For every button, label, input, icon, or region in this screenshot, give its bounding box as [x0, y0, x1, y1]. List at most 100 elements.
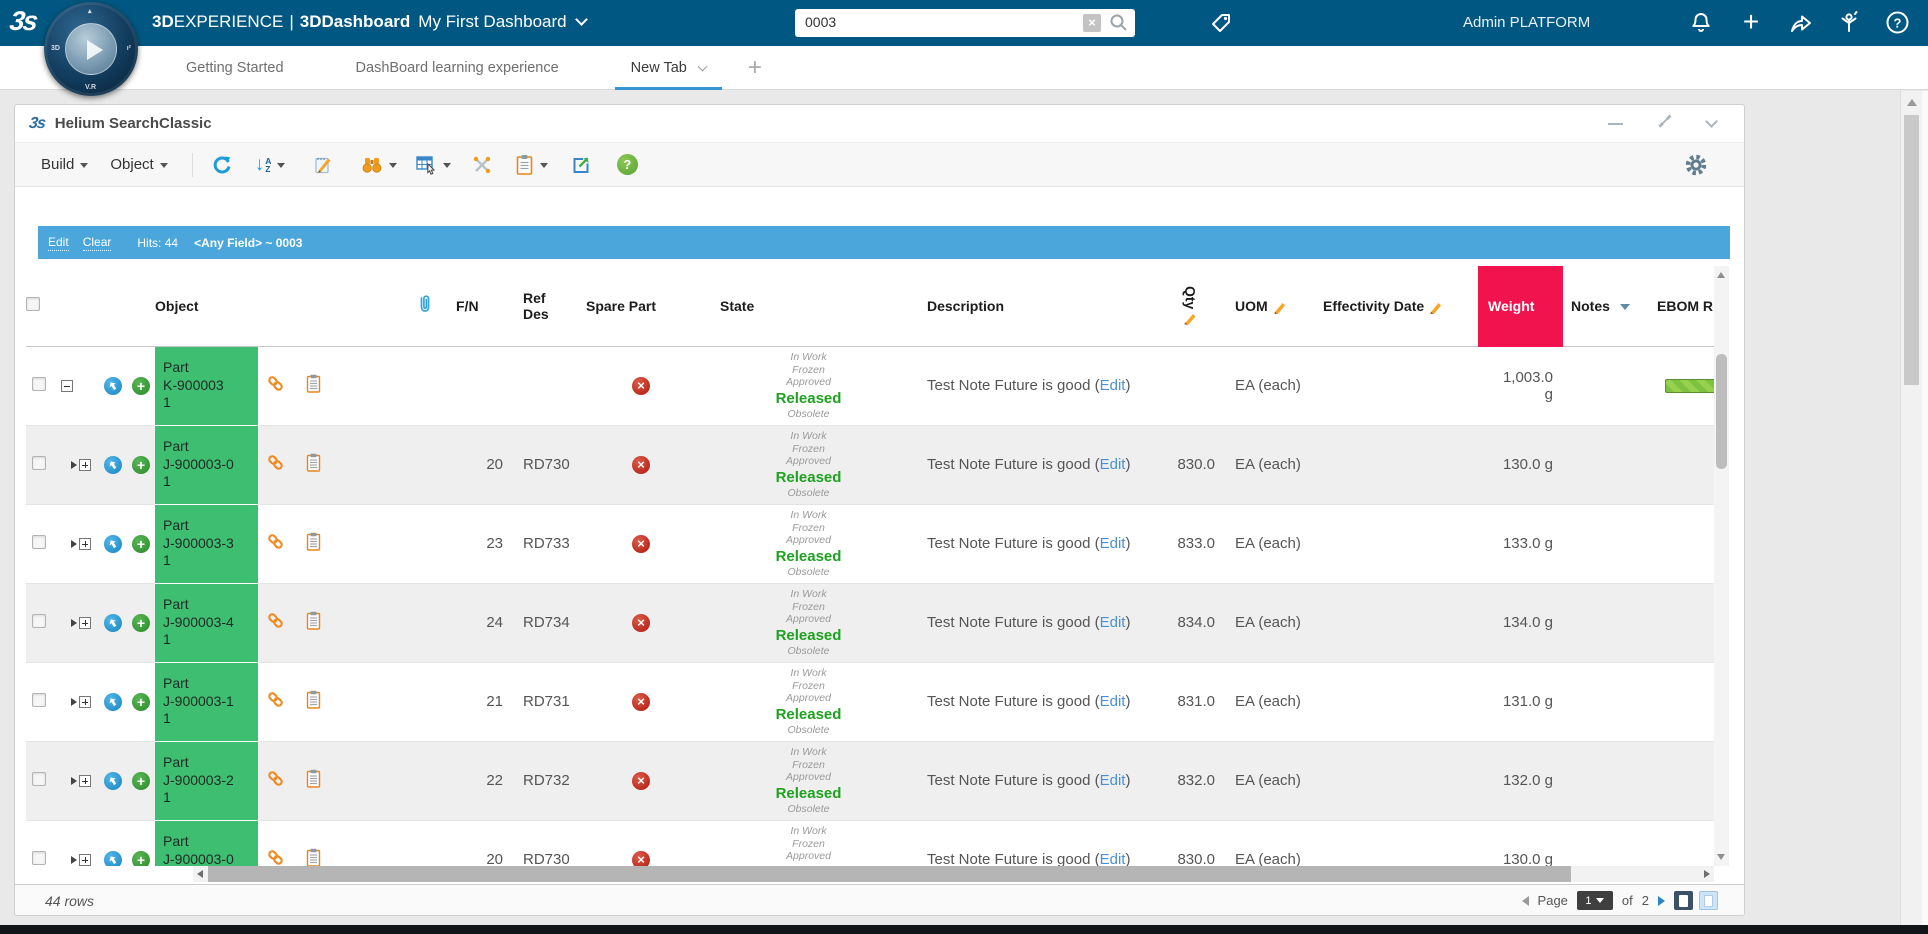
filter-edit-link[interactable]: Edit — [48, 235, 69, 251]
edit-notes-button[interactable] — [311, 152, 337, 178]
h-scrollbar-thumb[interactable] — [208, 866, 1571, 882]
clipboard-icon[interactable] — [306, 538, 321, 555]
clipboard-icon[interactable] — [306, 775, 321, 792]
link-icon[interactable] — [266, 617, 285, 634]
object-name-cell[interactable]: Part J-900003-2 1 — [155, 741, 258, 820]
scroll-right-arrow-icon[interactable] — [1704, 870, 1710, 878]
row-checkbox[interactable] — [32, 456, 46, 470]
add-content-icon[interactable]: + — [1738, 10, 1764, 36]
navigate-icon[interactable] — [104, 535, 122, 553]
column-spare-part[interactable]: Spare Part — [586, 266, 696, 346]
page-select[interactable]: 1 — [1577, 891, 1613, 910]
edit-link[interactable]: Edit — [1100, 772, 1126, 789]
scroll-up-arrow-icon[interactable] — [1907, 99, 1917, 106]
column-uom[interactable]: UOM — [1219, 266, 1321, 346]
expand-plus-icon[interactable] — [71, 459, 91, 471]
share-icon[interactable] — [1788, 10, 1814, 36]
row-checkbox[interactable] — [32, 614, 46, 628]
clipboard-icon[interactable] — [306, 617, 321, 634]
edit-link[interactable]: Edit — [1100, 535, 1126, 552]
tab-new-tab[interactable]: New Tab — [615, 46, 722, 90]
search-input[interactable]: 0003 — [805, 14, 836, 30]
link-icon[interactable] — [266, 854, 285, 866]
object-name-cell[interactable]: Part J-900003-0 1 — [155, 820, 258, 866]
table-edit-button[interactable] — [415, 155, 451, 175]
column-fn[interactable]: F/N — [456, 266, 511, 346]
edit-link[interactable]: Edit — [1100, 456, 1126, 473]
add-tab-icon[interactable]: + — [748, 54, 762, 82]
next-page-icon[interactable] — [1658, 896, 1665, 906]
notifications-bell-icon[interactable] — [1688, 10, 1714, 36]
column-notes[interactable]: Notes — [1563, 266, 1653, 346]
add-child-icon[interactable]: + — [132, 535, 150, 553]
collapse-minus-icon[interactable] — [61, 380, 73, 392]
page-scrollbar[interactable] — [1900, 91, 1922, 925]
column-attachments[interactable] — [341, 266, 456, 346]
object-name-cell[interactable]: Part K-900003 1 — [155, 346, 258, 425]
edit-link[interactable]: Edit — [1100, 614, 1126, 631]
user-menu[interactable]: Admin PLATFORM — [1463, 14, 1590, 31]
sort-button[interactable]: ↓ AZ — [255, 156, 286, 174]
table-scrollbar-thumb[interactable] — [1716, 354, 1727, 469]
3dexperience-compass[interactable]: ▴ 3D ı² V.R — [44, 2, 138, 96]
notes-caret-down-icon[interactable] — [1620, 304, 1630, 310]
clipboard-icon[interactable] — [306, 380, 321, 397]
clipboard-icon[interactable] — [306, 459, 321, 476]
part-name[interactable]: K-900003 — [163, 377, 258, 395]
add-child-icon[interactable]: + — [132, 772, 150, 790]
toolbar-help-button[interactable]: ? — [614, 152, 640, 178]
clipboard-button[interactable] — [515, 154, 548, 175]
tab-getting-started[interactable]: Getting Started — [170, 46, 300, 90]
scroll-down-arrow-icon[interactable] — [1717, 854, 1725, 860]
row-checkbox[interactable] — [32, 535, 46, 549]
navigate-icon[interactable] — [104, 456, 122, 474]
part-name[interactable]: J-900003-2 — [163, 772, 258, 790]
expand-plus-icon[interactable] — [71, 696, 91, 708]
column-ebom[interactable]: EBOM R — [1653, 266, 1714, 346]
minimize-icon[interactable] — [1608, 123, 1623, 125]
find-button[interactable] — [361, 155, 397, 175]
collapse-chevron-icon[interactable] — [1705, 115, 1718, 128]
edit-link[interactable]: Edit — [1100, 377, 1126, 394]
add-child-icon[interactable]: + — [132, 377, 150, 395]
link-icon[interactable] — [266, 459, 285, 476]
part-name[interactable]: J-900003-4 — [163, 614, 258, 632]
row-checkbox[interactable] — [32, 693, 46, 707]
edit-link[interactable]: Edit — [1100, 851, 1126, 866]
link-icon[interactable] — [266, 538, 285, 555]
row-checkbox[interactable] — [32, 772, 46, 786]
help-icon[interactable]: ? — [1884, 10, 1910, 36]
row-checkbox[interactable] — [32, 377, 46, 391]
select-all-checkbox[interactable] — [26, 297, 40, 311]
add-child-icon[interactable]: + — [132, 614, 150, 632]
export-button[interactable] — [568, 152, 594, 178]
navigate-icon[interactable] — [104, 614, 122, 632]
disconnect-button[interactable] — [469, 152, 495, 178]
clipboard-icon[interactable] — [306, 854, 321, 866]
settings-gear-icon[interactable] — [1684, 153, 1708, 182]
add-child-icon[interactable]: + — [132, 851, 150, 867]
column-weight[interactable]: Weight — [1478, 266, 1563, 346]
refresh-button[interactable] — [209, 152, 235, 178]
object-name-cell[interactable]: Part J-900003-1 1 — [155, 662, 258, 741]
column-effectivity-date[interactable]: Effectivity Date — [1321, 266, 1478, 346]
part-name[interactable]: J-900003-0 — [163, 851, 258, 866]
expand-plus-icon[interactable] — [71, 775, 91, 787]
column-object[interactable]: Object — [155, 266, 258, 346]
expand-icon[interactable] — [1657, 113, 1673, 134]
link-icon[interactable] — [266, 696, 285, 713]
scroll-up-arrow-icon[interactable] — [1717, 272, 1725, 278]
navigate-icon[interactable] — [104, 851, 122, 867]
page-view-button-active[interactable] — [1674, 891, 1693, 910]
part-name[interactable]: J-900003-0 — [163, 456, 258, 474]
page-view-button[interactable] — [1699, 891, 1718, 910]
row-checkbox[interactable] — [32, 851, 46, 865]
tab-chevron-down-icon[interactable] — [697, 62, 707, 72]
edit-link[interactable]: Edit — [1100, 693, 1126, 710]
dashboard-chevron-down-icon[interactable] — [575, 13, 588, 26]
expand-plus-icon[interactable] — [71, 617, 91, 629]
column-refdes[interactable]: Ref Des — [511, 266, 586, 346]
column-state[interactable]: State — [696, 266, 921, 346]
tab-dashboard-learning[interactable]: DashBoard learning experience — [340, 46, 575, 90]
expand-plus-icon[interactable] — [71, 854, 91, 866]
